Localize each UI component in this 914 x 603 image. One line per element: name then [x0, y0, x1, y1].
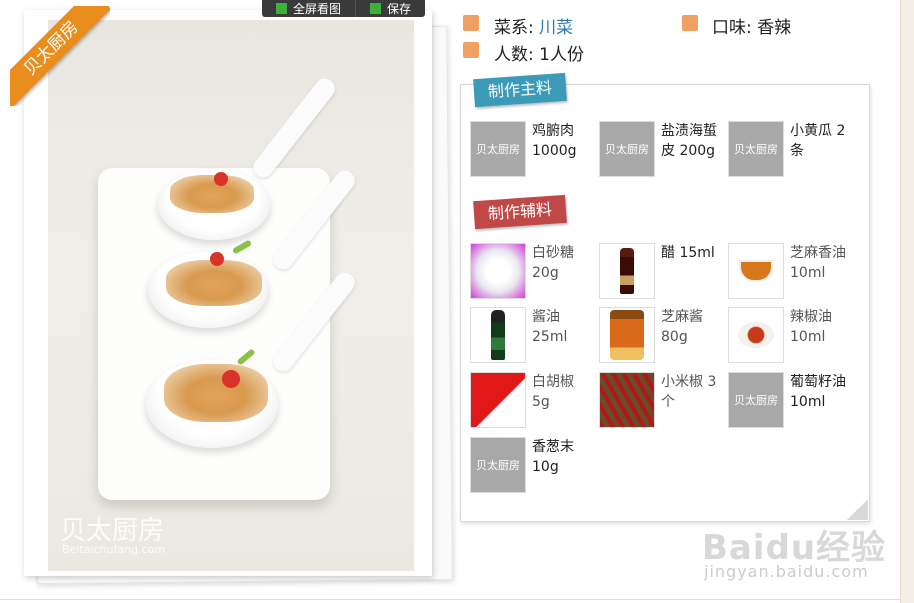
sugar-icon	[470, 243, 526, 299]
placeholder-image-icon: 贝太厨房	[599, 121, 655, 177]
ingredient-item[interactable]: 辣椒油 10ml	[728, 307, 853, 367]
placeholder-image-icon: 贝太厨房	[728, 121, 784, 177]
food-portion	[164, 364, 268, 422]
ingredient-item[interactable]: 小米椒 3个	[599, 372, 724, 432]
chef-hat-icon	[463, 15, 479, 31]
ingredient-item[interactable]: 贝太厨房 盐渍海蜇皮 200g	[599, 121, 724, 181]
baidu-url: jingyan.baidu.com	[704, 562, 869, 581]
fullscreen-button[interactable]: 全屏看图	[262, 0, 357, 17]
ingredient-name: 醋 15ml	[661, 245, 715, 261]
ingredient-item[interactable]: 白胡椒 5g	[470, 372, 595, 432]
save-button[interactable]: 保存	[356, 0, 425, 17]
cuisine-label: 菜系:	[494, 18, 534, 38]
ingredient-item[interactable]: 贝太厨房 葡萄籽油 10ml	[728, 372, 853, 432]
sesame-paste-jar-icon	[599, 307, 655, 363]
ingredient-name: 白胡椒 5g	[532, 374, 574, 410]
taste-label: 口味:	[712, 18, 752, 38]
chili-garnish	[210, 252, 224, 266]
ingredient-name: 小黄瓜 2条	[790, 123, 846, 159]
ingredient-name: 芝麻香油 10ml	[790, 245, 846, 281]
placeholder-image-icon: 贝太厨房	[728, 372, 784, 428]
ingredient-name: 白砂糖 20g	[532, 245, 574, 281]
vinegar-bottle-icon	[599, 243, 655, 299]
ingredient-name: 辣椒油 10ml	[790, 309, 832, 345]
ingredient-item[interactable]: 贝太厨房 小黄瓜 2条	[728, 121, 853, 181]
ingredient-name: 葡萄籽油 10ml	[790, 374, 846, 410]
ingredient-item[interactable]: 贝太厨房 鸡腑肉 1000g	[470, 121, 595, 181]
brand-ribbon: 贝太厨房	[10, 6, 110, 106]
chili-garnish	[222, 370, 240, 388]
ingredient-name: 香葱末 10g	[532, 439, 574, 475]
photo-watermark: 贝太厨房	[60, 516, 165, 546]
ingredient-item[interactable]: 酱油 25ml	[470, 307, 595, 367]
white-pepper-icon	[470, 372, 526, 428]
page-curl	[846, 500, 868, 520]
servings-label: 人数:	[494, 45, 534, 65]
servings-info: 人数: 1人份	[494, 40, 584, 65]
placeholder-image-icon: 贝太厨房	[470, 121, 526, 177]
ingredient-name: 芝麻酱 80g	[661, 309, 703, 345]
ingredient-name: 酱油 25ml	[532, 309, 568, 345]
ingredient-name: 小米椒 3个	[661, 374, 717, 410]
image-toolbar: 全屏看图 保存	[262, 0, 426, 17]
taste-value: 香辣	[757, 18, 792, 38]
fullscreen-label: 全屏看图	[293, 2, 342, 16]
food-portion	[166, 260, 262, 306]
sesame-oil-icon	[728, 243, 784, 299]
save-icon	[370, 3, 382, 14]
ingredient-name: 盐渍海蜇皮 200g	[661, 123, 717, 159]
fullscreen-icon	[276, 3, 287, 14]
chili-garnish	[214, 172, 228, 186]
ingredient-item[interactable]: 醋 15ml	[599, 243, 724, 303]
chili-oil-icon	[728, 307, 784, 363]
soy-sauce-bottle-icon	[470, 307, 526, 363]
servings-value: 1人份	[539, 45, 584, 65]
cuisine-info: 菜系: 川菜	[494, 13, 573, 38]
spoon-handle	[249, 74, 339, 182]
placeholder-image-icon: 贝太厨房	[470, 437, 526, 493]
save-label: 保存	[387, 2, 412, 16]
page-right-edge	[900, 0, 914, 603]
bottom-divider	[0, 599, 900, 600]
person-icon	[463, 42, 479, 58]
ingredient-item[interactable]: 芝麻酱 80g	[599, 307, 724, 367]
cuisine-link[interactable]: 川菜	[539, 18, 573, 38]
taste-icon	[682, 15, 698, 31]
ingredient-item[interactable]: 白砂糖 20g	[470, 243, 595, 303]
ingredient-item[interactable]: 贝太厨房 香葱末 10g	[470, 437, 595, 497]
taste-info: 口味: 香辣	[712, 13, 791, 38]
photo-watermark-url: Beitaichufang.com	[62, 543, 166, 556]
chili-peppers-icon	[599, 372, 655, 428]
ingredient-item[interactable]: 芝麻香油 10ml	[728, 243, 853, 303]
ingredient-name: 鸡腑肉 1000g	[532, 123, 577, 159]
food-portion	[170, 175, 254, 213]
ribbon-text: 贝太厨房	[10, 6, 110, 106]
